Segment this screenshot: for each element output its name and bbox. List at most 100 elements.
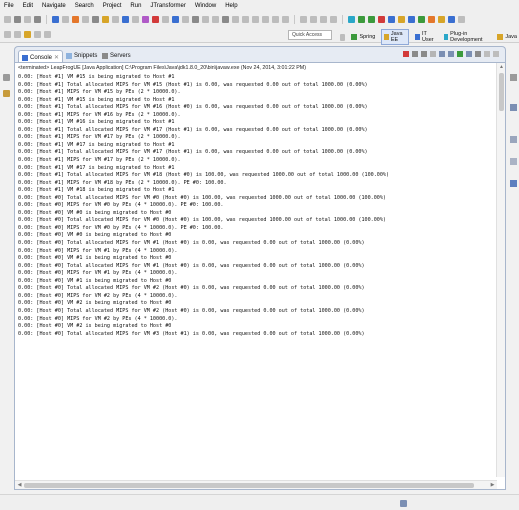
- clear-console-icon[interactable]: [430, 51, 436, 57]
- horizontal-scroll-thumb[interactable]: [24, 483, 474, 488]
- perspective-java[interactable]: Java: [495, 33, 519, 41]
- outline-icon[interactable]: [510, 104, 517, 111]
- toolbar-icon[interactable]: [202, 16, 209, 23]
- menu-file[interactable]: File: [4, 3, 14, 9]
- search-icon[interactable]: [438, 16, 445, 23]
- menu-bar: File Edit Navigate Search Project Run JT…: [0, 0, 519, 12]
- menu-search[interactable]: Search: [75, 3, 94, 9]
- toolbar-icon[interactable]: [152, 16, 159, 23]
- view-icon[interactable]: [510, 180, 517, 187]
- close-icon[interactable]: ✕: [54, 54, 59, 61]
- run-dropdown-icon[interactable]: [368, 16, 375, 23]
- toolbar-icon[interactable]: [72, 16, 79, 23]
- restore-icon[interactable]: [3, 74, 10, 81]
- toolbar-icon[interactable]: [162, 16, 169, 23]
- new-icon[interactable]: [4, 16, 11, 23]
- word-wrap-icon[interactable]: [448, 51, 454, 57]
- toolbar-icon[interactable]: [242, 16, 249, 23]
- toolbar-icon[interactable]: [182, 16, 189, 23]
- new-package-icon[interactable]: [408, 16, 415, 23]
- toolbar-icon[interactable]: [330, 16, 337, 23]
- tab-servers[interactable]: Servers: [99, 50, 134, 61]
- back-icon[interactable]: [34, 31, 41, 38]
- toolbar-icon[interactable]: [310, 16, 317, 23]
- previous-annotation-icon[interactable]: [14, 31, 21, 38]
- new-java-project-icon[interactable]: [418, 16, 425, 23]
- debug-icon[interactable]: [348, 16, 355, 23]
- horizontal-scrollbar[interactable]: ◀ ▶: [15, 480, 497, 489]
- perspective-it-user[interactable]: IT User: [413, 30, 437, 44]
- menu-window[interactable]: Window: [195, 3, 216, 9]
- forward-icon[interactable]: [44, 31, 51, 38]
- remove-all-icon[interactable]: [421, 51, 427, 57]
- terminate-icon[interactable]: [403, 51, 409, 57]
- open-perspective-icon[interactable]: [340, 33, 346, 41]
- restore-icon[interactable]: [510, 74, 517, 81]
- package-explorer-icon[interactable]: [3, 90, 10, 97]
- toolbar-icon[interactable]: [222, 16, 229, 23]
- toolbar-icon[interactable]: [82, 16, 89, 23]
- maximize-icon[interactable]: [493, 51, 499, 57]
- menu-project[interactable]: Project: [103, 3, 122, 9]
- toolbar-icon[interactable]: [172, 16, 179, 23]
- run-icon[interactable]: [358, 16, 365, 23]
- it-user-icon: [415, 34, 420, 40]
- menu-run[interactable]: Run: [130, 3, 141, 9]
- open-console-icon[interactable]: [475, 51, 481, 57]
- toolbar-icon[interactable]: [320, 16, 327, 23]
- open-type-icon[interactable]: [428, 16, 435, 23]
- vertical-scroll-thumb[interactable]: [499, 73, 504, 111]
- toolbar-icon[interactable]: [132, 16, 139, 23]
- toolbar-icon[interactable]: [448, 16, 455, 23]
- toolbar-icon[interactable]: [262, 16, 269, 23]
- java-icon: [497, 34, 504, 40]
- toolbar-icon[interactable]: [300, 16, 307, 23]
- save-icon[interactable]: [14, 16, 21, 23]
- toolbar-icon[interactable]: [252, 16, 259, 23]
- last-edit-icon[interactable]: [24, 31, 31, 38]
- remove-launch-icon[interactable]: [412, 51, 418, 57]
- scroll-lock-icon[interactable]: [439, 51, 445, 57]
- toolbar-icon[interactable]: [92, 16, 99, 23]
- save-all-icon[interactable]: [24, 16, 31, 23]
- scroll-up-icon[interactable]: ▲: [498, 64, 505, 71]
- vertical-scrollbar[interactable]: ▲: [496, 63, 505, 477]
- perspective-java-ee[interactable]: Java EE: [381, 29, 410, 45]
- toolbar-icon[interactable]: [192, 16, 199, 23]
- external-tools-icon[interactable]: [388, 16, 395, 23]
- toolbar-icon[interactable]: [272, 16, 279, 23]
- display-console-icon[interactable]: [466, 51, 472, 57]
- pin-console-icon[interactable]: [457, 51, 463, 57]
- toolbar-icon[interactable]: [142, 16, 149, 23]
- console-output[interactable]: 0.00: [Host #1] VM #15 is being migrated…: [18, 74, 486, 474]
- menu-edit[interactable]: Edit: [23, 3, 33, 9]
- toolbar-icon[interactable]: [232, 16, 239, 23]
- view-icon[interactable]: [510, 158, 517, 165]
- new-class-icon[interactable]: [398, 16, 405, 23]
- perspective-plugin-development[interactable]: Plug-in Development: [442, 30, 492, 44]
- scroll-right-icon[interactable]: ▶: [489, 482, 496, 489]
- toolbar-icon[interactable]: [458, 16, 465, 23]
- toolbar-icon[interactable]: [62, 16, 69, 23]
- stop-icon[interactable]: [378, 16, 385, 23]
- minimize-icon[interactable]: [484, 51, 490, 57]
- task-list-icon[interactable]: [510, 136, 517, 143]
- toolbar-icon[interactable]: [112, 16, 119, 23]
- quick-access-input[interactable]: Quick Access: [288, 30, 332, 40]
- menu-jtransformer[interactable]: JTransformer: [150, 3, 185, 9]
- menu-navigate[interactable]: Navigate: [42, 3, 66, 9]
- next-annotation-icon[interactable]: [4, 31, 11, 38]
- toolbar-icon[interactable]: [212, 16, 219, 23]
- console-line: 0.00: [Host #0] VM #1 is being migrated …: [18, 255, 172, 262]
- tab-snippets[interactable]: Snippets: [63, 50, 100, 61]
- perspective-spring[interactable]: Spring: [349, 33, 377, 41]
- print-icon[interactable]: [34, 16, 41, 23]
- toolbar-icon[interactable]: [282, 16, 289, 23]
- server-icon[interactable]: [52, 16, 59, 23]
- toolbar-icon[interactable]: [102, 16, 109, 23]
- progress-icon[interactable]: [400, 500, 407, 507]
- scroll-left-icon[interactable]: ◀: [16, 482, 23, 489]
- console-line: 0.00: [Host #1] VM #17 is being migrated…: [18, 141, 175, 148]
- menu-help[interactable]: Help: [225, 3, 237, 9]
- toolbar-icon[interactable]: [122, 16, 129, 23]
